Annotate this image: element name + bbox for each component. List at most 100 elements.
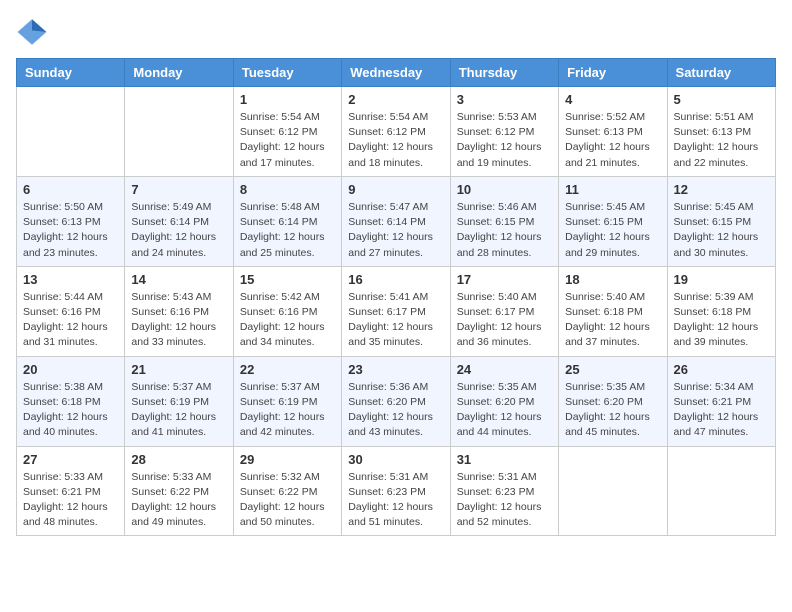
day-number: 20	[23, 362, 118, 377]
weekday-row: SundayMondayTuesdayWednesdayThursdayFrid…	[17, 59, 776, 87]
calendar-cell: 25 Sunrise: 5:35 AM Sunset: 6:20 PM Dayli…	[559, 356, 667, 446]
calendar-week-row: 1 Sunrise: 5:54 AM Sunset: 6:12 PM Daylig…	[17, 87, 776, 177]
logo	[16, 16, 52, 48]
calendar-cell: 18 Sunrise: 5:40 AM Sunset: 6:18 PM Dayli…	[559, 266, 667, 356]
calendar-week-row: 27 Sunrise: 5:33 AM Sunset: 6:21 PM Dayli…	[17, 446, 776, 536]
day-number: 21	[131, 362, 226, 377]
weekday-header: Saturday	[667, 59, 775, 87]
day-info: Sunrise: 5:48 AM Sunset: 6:14 PM Dayligh…	[240, 200, 335, 261]
weekday-header: Tuesday	[233, 59, 341, 87]
calendar-cell: 16Sunrise: 5:41 AM Sunset: 6:17 PM Dayli…	[342, 266, 450, 356]
day-info: Sunrise: 5:46 AM Sunset: 6:15 PM Dayligh…	[457, 200, 552, 261]
day-number: 22	[240, 362, 335, 377]
calendar-cell: 24 Sunrise: 5:35 AM Sunset: 6:20 PM Dayli…	[450, 356, 558, 446]
day-info: Sunrise: 5:38 AM Sunset: 6:18 PM Dayligh…	[23, 380, 118, 441]
day-info: Sunrise: 5:35 AM Sunset: 6:20 PM Dayligh…	[457, 380, 552, 441]
day-info: Sunrise: 5:35 AM Sunset: 6:20 PM Dayligh…	[565, 380, 660, 441]
calendar-cell: 10Sunrise: 5:46 AM Sunset: 6:15 PM Dayli…	[450, 176, 558, 266]
day-info: Sunrise: 5:45 AM Sunset: 6:15 PM Dayligh…	[674, 200, 769, 261]
day-number: 9	[348, 182, 443, 197]
day-info: Sunrise: 5:40 AM Sunset: 6:18 PM Dayligh…	[565, 290, 660, 351]
weekday-header: Friday	[559, 59, 667, 87]
calendar-cell: 8 Sunrise: 5:48 AM Sunset: 6:14 PM Daylig…	[233, 176, 341, 266]
day-number: 2	[348, 92, 443, 107]
calendar-cell	[17, 87, 125, 177]
day-info: Sunrise: 5:39 AM Sunset: 6:18 PM Dayligh…	[674, 290, 769, 351]
calendar-body: 1 Sunrise: 5:54 AM Sunset: 6:12 PM Daylig…	[17, 87, 776, 536]
calendar-cell	[667, 446, 775, 536]
calendar-cell: 21 Sunrise: 5:37 AM Sunset: 6:19 PM Dayli…	[125, 356, 233, 446]
day-number: 8	[240, 182, 335, 197]
day-info: Sunrise: 5:33 AM Sunset: 6:22 PM Dayligh…	[131, 470, 226, 531]
day-number: 4	[565, 92, 660, 107]
calendar-cell: 30Sunrise: 5:31 AM Sunset: 6:23 PM Dayli…	[342, 446, 450, 536]
calendar-cell: 11 Sunrise: 5:45 AM Sunset: 6:15 PM Dayli…	[559, 176, 667, 266]
day-number: 3	[457, 92, 552, 107]
day-number: 1	[240, 92, 335, 107]
calendar-cell: 9 Sunrise: 5:47 AM Sunset: 6:14 PM Daylig…	[342, 176, 450, 266]
day-number: 28	[131, 452, 226, 467]
day-info: Sunrise: 5:44 AM Sunset: 6:16 PM Dayligh…	[23, 290, 118, 351]
calendar-cell: 29 Sunrise: 5:32 AM Sunset: 6:22 PM Dayli…	[233, 446, 341, 536]
day-info: Sunrise: 5:53 AM Sunset: 6:12 PM Dayligh…	[457, 110, 552, 171]
day-info: Sunrise: 5:42 AM Sunset: 6:16 PM Dayligh…	[240, 290, 335, 351]
calendar-header: SundayMondayTuesdayWednesdayThursdayFrid…	[17, 59, 776, 87]
day-number: 29	[240, 452, 335, 467]
calendar-week-row: 13 Sunrise: 5:44 AM Sunset: 6:16 PM Dayli…	[17, 266, 776, 356]
day-info: Sunrise: 5:36 AM Sunset: 6:20 PM Dayligh…	[348, 380, 443, 441]
day-number: 14	[131, 272, 226, 287]
day-number: 18	[565, 272, 660, 287]
day-number: 12	[674, 182, 769, 197]
weekday-header: Wednesday	[342, 59, 450, 87]
calendar-cell: 12 Sunrise: 5:45 AM Sunset: 6:15 PM Dayli…	[667, 176, 775, 266]
day-info: Sunrise: 5:52 AM Sunset: 6:13 PM Dayligh…	[565, 110, 660, 171]
calendar-week-row: 6 Sunrise: 5:50 AM Sunset: 6:13 PM Daylig…	[17, 176, 776, 266]
weekday-header: Monday	[125, 59, 233, 87]
calendar-cell: 13 Sunrise: 5:44 AM Sunset: 6:16 PM Dayli…	[17, 266, 125, 356]
day-info: Sunrise: 5:49 AM Sunset: 6:14 PM Dayligh…	[131, 200, 226, 261]
calendar-cell: 1 Sunrise: 5:54 AM Sunset: 6:12 PM Daylig…	[233, 87, 341, 177]
calendar-week-row: 20 Sunrise: 5:38 AM Sunset: 6:18 PM Dayli…	[17, 356, 776, 446]
calendar-cell: 17Sunrise: 5:40 AM Sunset: 6:17 PM Dayli…	[450, 266, 558, 356]
calendar-cell: 27 Sunrise: 5:33 AM Sunset: 6:21 PM Dayli…	[17, 446, 125, 536]
day-number: 27	[23, 452, 118, 467]
day-info: Sunrise: 5:33 AM Sunset: 6:21 PM Dayligh…	[23, 470, 118, 531]
day-number: 19	[674, 272, 769, 287]
calendar-cell: 19 Sunrise: 5:39 AM Sunset: 6:18 PM Dayli…	[667, 266, 775, 356]
weekday-header: Sunday	[17, 59, 125, 87]
day-number: 23	[348, 362, 443, 377]
day-number: 24	[457, 362, 552, 377]
weekday-header: Thursday	[450, 59, 558, 87]
calendar-cell	[559, 446, 667, 536]
day-info: Sunrise: 5:37 AM Sunset: 6:19 PM Dayligh…	[131, 380, 226, 441]
day-info: Sunrise: 5:41 AM Sunset: 6:17 PM Dayligh…	[348, 290, 443, 351]
day-number: 25	[565, 362, 660, 377]
day-info: Sunrise: 5:43 AM Sunset: 6:16 PM Dayligh…	[131, 290, 226, 351]
day-info: Sunrise: 5:51 AM Sunset: 6:13 PM Dayligh…	[674, 110, 769, 171]
day-number: 31	[457, 452, 552, 467]
day-info: Sunrise: 5:50 AM Sunset: 6:13 PM Dayligh…	[23, 200, 118, 261]
page-header	[16, 16, 776, 48]
day-number: 6	[23, 182, 118, 197]
day-info: Sunrise: 5:54 AM Sunset: 6:12 PM Dayligh…	[240, 110, 335, 171]
calendar-cell: 14 Sunrise: 5:43 AM Sunset: 6:16 PM Dayli…	[125, 266, 233, 356]
day-info: Sunrise: 5:47 AM Sunset: 6:14 PM Dayligh…	[348, 200, 443, 261]
calendar-table: SundayMondayTuesdayWednesdayThursdayFrid…	[16, 58, 776, 536]
day-number: 15	[240, 272, 335, 287]
day-number: 11	[565, 182, 660, 197]
day-number: 13	[23, 272, 118, 287]
day-info: Sunrise: 5:31 AM Sunset: 6:23 PM Dayligh…	[348, 470, 443, 531]
day-info: Sunrise: 5:34 AM Sunset: 6:21 PM Dayligh…	[674, 380, 769, 441]
calendar-cell: 31Sunrise: 5:31 AM Sunset: 6:23 PM Dayli…	[450, 446, 558, 536]
day-info: Sunrise: 5:32 AM Sunset: 6:22 PM Dayligh…	[240, 470, 335, 531]
calendar-cell: 28 Sunrise: 5:33 AM Sunset: 6:22 PM Dayli…	[125, 446, 233, 536]
calendar-cell: 15 Sunrise: 5:42 AM Sunset: 6:16 PM Dayli…	[233, 266, 341, 356]
day-number: 26	[674, 362, 769, 377]
day-number: 5	[674, 92, 769, 107]
calendar-cell: 2Sunrise: 5:54 AM Sunset: 6:12 PM Daylig…	[342, 87, 450, 177]
day-info: Sunrise: 5:45 AM Sunset: 6:15 PM Dayligh…	[565, 200, 660, 261]
calendar-cell: 4 Sunrise: 5:52 AM Sunset: 6:13 PM Daylig…	[559, 87, 667, 177]
calendar-cell: 23 Sunrise: 5:36 AM Sunset: 6:20 PM Dayli…	[342, 356, 450, 446]
calendar-cell: 26 Sunrise: 5:34 AM Sunset: 6:21 PM Dayli…	[667, 356, 775, 446]
calendar-cell: 5 Sunrise: 5:51 AM Sunset: 6:13 PM Daylig…	[667, 87, 775, 177]
